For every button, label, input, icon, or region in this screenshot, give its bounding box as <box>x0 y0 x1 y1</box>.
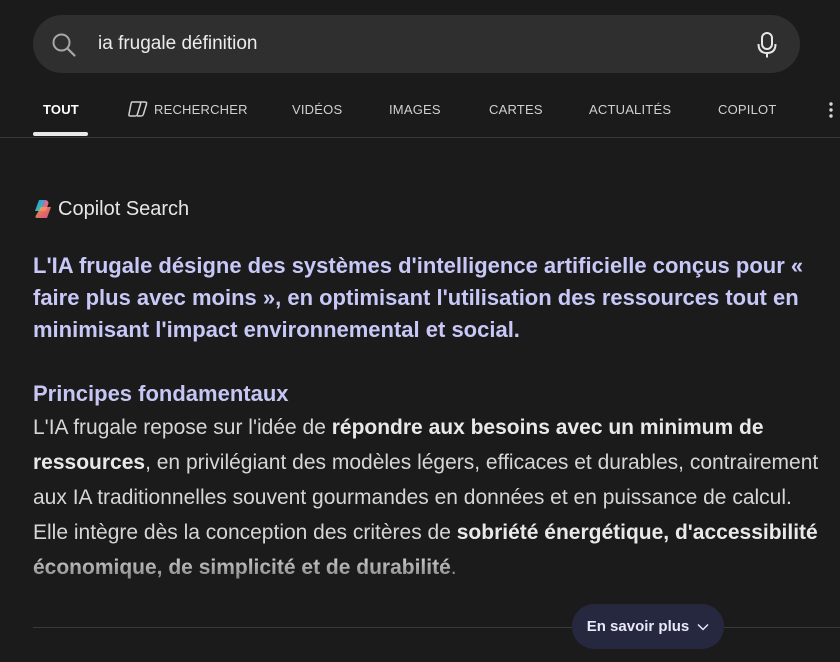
search-results-page: ia frugale définition TOUT RECHERCHER VI… <box>0 0 840 662</box>
more-vertical-icon[interactable] <box>828 101 834 119</box>
tab-videos[interactable]: VIDÉOS <box>292 92 342 136</box>
tab-actualites[interactable]: ACTUALITÉS <box>589 92 671 136</box>
search-input[interactable]: ia frugale définition <box>98 15 258 73</box>
copilot-logo-icon <box>35 200 51 218</box>
tab-cartes[interactable]: CARTES <box>489 92 543 136</box>
search-tabs: TOUT RECHERCHER VIDÉOS IMAGES CARTES ACT… <box>0 92 840 138</box>
section-body: L'IA frugale repose sur l'idée de répond… <box>33 410 823 585</box>
tab-label: RECHERCHER <box>154 102 248 117</box>
show-more-label: En savoir plus <box>586 618 690 635</box>
tab-label: ACTUALITÉS <box>589 102 672 117</box>
search-icon[interactable] <box>51 32 77 58</box>
tab-label: VIDÉOS <box>292 102 343 117</box>
section-heading: Principes fondamentaux <box>33 381 289 406</box>
tab-label: COPILOT <box>718 102 777 117</box>
answer-summary: L'IA frugale désigne des systèmes d'inte… <box>33 253 804 342</box>
chevron-down-icon <box>697 623 709 631</box>
tab-copilot[interactable]: COPILOT <box>718 92 776 136</box>
tab-label: TOUT <box>43 102 79 117</box>
tab-tout[interactable]: TOUT <box>43 92 79 136</box>
copilot-header: Copilot Search <box>33 196 189 222</box>
body-text: . <box>450 556 457 579</box>
active-tab-indicator <box>33 132 88 136</box>
show-more-button[interactable]: En savoir plus <box>572 604 724 649</box>
body-text: L'IA frugale repose sur l'idée de <box>33 416 332 439</box>
tab-rechercher[interactable]: RECHERCHER <box>128 92 248 136</box>
copilot-search-icon <box>128 101 148 117</box>
tab-label: IMAGES <box>389 102 441 117</box>
tab-label: CARTES <box>489 102 543 117</box>
search-bar[interactable]: ia frugale définition <box>33 15 800 73</box>
microphone-icon[interactable] <box>756 31 778 59</box>
tab-images[interactable]: IMAGES <box>389 92 441 136</box>
copilot-title: Copilot Search <box>58 197 190 220</box>
